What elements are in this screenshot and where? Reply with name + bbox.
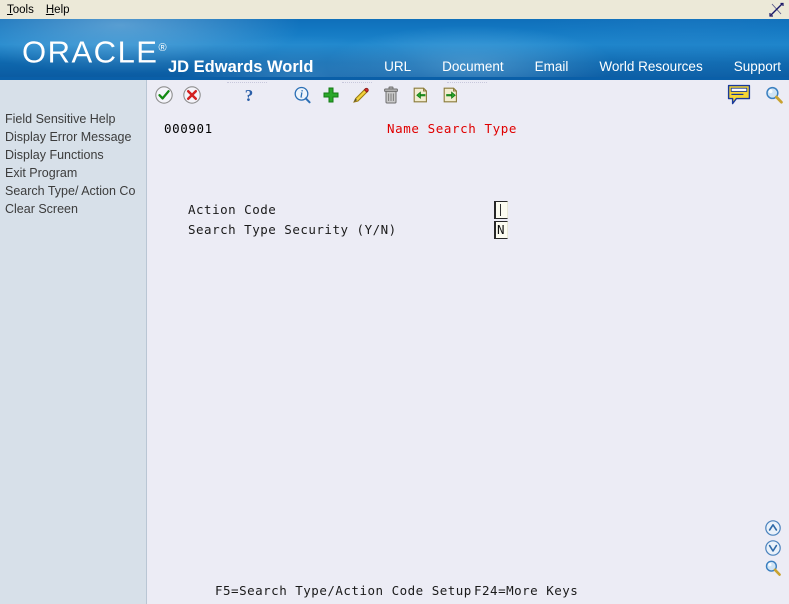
- edit-pencil-icon[interactable]: [351, 85, 371, 105]
- nav-link-document[interactable]: Document: [442, 58, 504, 75]
- help-question-icon[interactable]: ?: [239, 85, 259, 105]
- function-key-f5[interactable]: F5=Search Type/Action Code Setup: [215, 583, 472, 598]
- page-down-icon[interactable]: [764, 539, 782, 557]
- application-window: Tools Help ORACLE® JD Edwards World URL …: [0, 0, 789, 604]
- nav-link-support[interactable]: Support: [734, 58, 781, 75]
- label-search-type-security: Search Type Security (Y/N): [188, 222, 397, 237]
- resize-arrows-icon[interactable]: [768, 1, 785, 18]
- oracle-banner: ORACLE® JD Edwards World URL Document Em…: [0, 19, 789, 80]
- input-action-code[interactable]: [494, 201, 508, 219]
- delete-trash-icon[interactable]: [381, 85, 401, 105]
- label-action-code: Action Code: [188, 202, 277, 217]
- svg-text:i: i: [300, 90, 303, 101]
- find-magnifier-icon[interactable]: [764, 559, 782, 577]
- ok-check-icon[interactable]: [154, 85, 174, 105]
- next-record-icon[interactable]: [441, 85, 461, 105]
- edge-navigation-icons: [764, 519, 784, 579]
- sidebar-menu-list: Field Sensitive Help Display Error Messa…: [0, 80, 146, 218]
- function-key-f24[interactable]: F24=More Keys: [474, 583, 578, 598]
- cancel-x-icon[interactable]: [182, 85, 202, 105]
- text-caret: [500, 204, 501, 216]
- form-area: Action Code Search Type Security (Y/N) N: [188, 201, 748, 242]
- sidebar-item-search-type-action-code[interactable]: Search Type/ Action Co: [0, 182, 146, 200]
- menu-bar: Tools Help: [0, 0, 789, 19]
- page-title: Name Search Type: [387, 121, 518, 136]
- sidebar-item-clear-screen[interactable]: Clear Screen: [0, 200, 146, 218]
- sidebar: Field Sensitive Help Display Error Messa…: [0, 80, 147, 604]
- screen-id: 000901: [164, 121, 213, 136]
- search-magnifier-icon[interactable]: [764, 85, 784, 105]
- svg-text:?: ?: [245, 86, 254, 105]
- product-name: JD Edwards World: [168, 58, 314, 76]
- add-plus-icon[interactable]: [321, 85, 341, 105]
- oracle-logo: ORACLE®: [22, 34, 167, 70]
- nav-link-url[interactable]: URL: [384, 58, 411, 75]
- info-find-icon[interactable]: i: [292, 85, 312, 105]
- nav-link-world-resources[interactable]: World Resources: [599, 58, 702, 75]
- note-bubble-icon[interactable]: [727, 84, 751, 106]
- input-search-type-security[interactable]: N: [494, 221, 508, 239]
- sidebar-item-field-sensitive-help[interactable]: Field Sensitive Help: [0, 110, 146, 128]
- main-content: ? i 000901 Name Search Type Action Code …: [147, 80, 789, 604]
- toolbar: ? i: [147, 80, 789, 110]
- menu-item-help[interactable]: Help: [41, 2, 77, 18]
- form-row-action-code: Action Code: [188, 201, 748, 222]
- sidebar-item-exit-program[interactable]: Exit Program: [0, 164, 146, 182]
- registered-mark: ®: [158, 42, 167, 54]
- previous-record-icon[interactable]: [411, 85, 431, 105]
- form-row-search-type-security: Search Type Security (Y/N) N: [188, 221, 748, 242]
- menu-item-tools[interactable]: Tools: [2, 2, 41, 18]
- menu-bar-items: Tools Help: [0, 0, 789, 19]
- nav-link-email[interactable]: Email: [535, 58, 569, 75]
- sidebar-item-display-functions[interactable]: Display Functions: [0, 146, 146, 164]
- banner-navigation: URL Document Email World Resources Suppo…: [384, 58, 781, 75]
- page-up-icon[interactable]: [764, 519, 782, 537]
- sidebar-item-display-error-message[interactable]: Display Error Message: [0, 128, 146, 146]
- input-search-type-security-value: N: [497, 222, 505, 237]
